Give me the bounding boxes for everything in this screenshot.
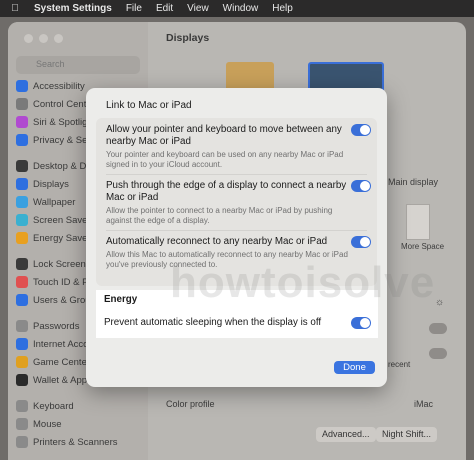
minimize-window-button[interactable] [39,34,48,43]
wallpaper-icon [16,196,28,208]
sidebar-item-game-center[interactable]: Game Center [16,354,90,370]
apple-logo-icon[interactable]:  [8,3,22,14]
page-title: Displays [166,32,210,44]
key-icon [16,320,28,332]
auto-reconnect-label: Automatically reconnect to any nearby Ma… [106,236,328,247]
main-display-label: Main display [388,177,439,187]
push-through-desc: Allow the pointer to connect to a nearby… [106,206,333,225]
control-centre-icon [16,98,28,110]
sidebar-item-keyboard[interactable]: Keyboard [16,398,74,414]
at-icon [16,338,28,350]
game-center-icon [16,356,28,368]
energy-section-title: Energy [104,294,138,305]
divider [106,174,367,175]
printer-icon [16,436,28,448]
sidebar-item-printers-scanners[interactable]: Printers & Scanners [16,434,117,450]
sidebar-item-label: Screen Saver [33,214,91,226]
sidebar-item-mouse[interactable]: Mouse [16,416,62,432]
background-toggle-2[interactable] [429,348,447,359]
wallet-icon [16,374,28,386]
mouse-icon [16,418,28,430]
menu-edit[interactable]: Edit [156,3,173,14]
display-icon [16,178,28,190]
sidebar-item-energy-saver[interactable]: Energy Saver [16,230,91,246]
sidebar-item-label: Mouse [33,418,62,430]
menu-view[interactable]: View [187,3,209,14]
sidebar-item-label: Game Center [33,356,91,368]
recent-label: recent [388,360,411,369]
sidebar-search-input[interactable]: Search [16,56,140,74]
night-shift-button[interactable]: Night Shift... [376,427,438,442]
watermark-text: howtoisolve [170,258,436,307]
auto-reconnect-toggle[interactable] [351,236,371,248]
accessibility-icon [16,80,28,92]
close-window-button[interactable] [24,34,33,43]
menu-window[interactable]: Window [223,3,259,14]
siri-icon [16,116,28,128]
row-allow-pointer: Allow your pointer and keyboard to move … [106,124,350,170]
menu-help[interactable]: Help [272,3,293,14]
menu-app-name[interactable]: System Settings [34,3,112,14]
sidebar-item-screen-saver[interactable]: Screen Saver [16,212,91,228]
sidebar-item-wallpaper[interactable]: Wallpaper [16,194,75,210]
sidebar-item-label: Keyboard [33,400,74,412]
fingerprint-icon [16,276,28,288]
lock-icon [16,258,28,270]
brightness-icon: ☼ [435,297,445,308]
menu-file[interactable]: File [126,3,142,14]
divider [106,230,367,231]
dock-icon [16,160,28,172]
push-through-toggle[interactable] [351,180,371,192]
prevent-sleep-label: Prevent automatic sleeping when the disp… [104,317,322,328]
zoom-window-button[interactable] [54,34,63,43]
link-to-mac-sheet: Link to Mac or iPad Allow your pointer a… [86,88,387,387]
battery-icon [16,232,28,244]
allow-pointer-toggle[interactable] [351,124,371,136]
allow-pointer-desc: Your pointer and keyboard can be used on… [106,150,344,169]
menu-bar:  System Settings File Edit View Window … [0,0,474,17]
background-toggle-1[interactable] [429,323,447,334]
sidebar-item-control-centre[interactable]: Control Centre [16,96,95,112]
sidebar-item-label: Accessibility [33,80,85,92]
sidebar-item-passwords[interactable]: Passwords [16,318,79,334]
color-profile-value[interactable]: iMac [414,399,433,409]
keyboard-icon [16,400,28,412]
resolution-preview-icon[interactable] [406,204,430,240]
screen-saver-icon [16,214,28,226]
window-controls [24,34,63,43]
sidebar-item-label: Displays [33,178,69,190]
sidebar-item-label: Printers & Scanners [33,436,118,448]
sidebar-item-label: Energy Saver [33,232,91,244]
advanced-button[interactable]: Advanced... [316,427,376,442]
color-profile-label: Color profile [166,399,215,409]
sidebar-item-lock-screen[interactable]: Lock Screen [16,256,86,272]
sidebar-item-accessibility[interactable]: Accessibility [16,78,85,94]
hand-icon [16,134,28,146]
sheet-title: Link to Mac or iPad [106,100,192,111]
sidebar-item-siri-spotlight[interactable]: Siri & Spotlight [16,114,95,130]
sidebar-item-displays[interactable]: Displays [16,176,69,192]
sidebar-item-label: Wallpaper [33,196,76,208]
prevent-sleep-toggle[interactable] [351,317,371,329]
push-through-label: Push through the edge of a display to co… [106,180,347,203]
row-push-through: Push through the edge of a display to co… [106,180,350,226]
sidebar-item-label: Passwords [33,320,80,332]
users-icon [16,294,28,306]
allow-pointer-label: Allow your pointer and keyboard to move … [106,124,342,147]
done-button[interactable]: Done [334,361,375,374]
more-space-label: More Space [401,242,445,251]
sidebar-item-label: Lock Screen [33,258,86,270]
